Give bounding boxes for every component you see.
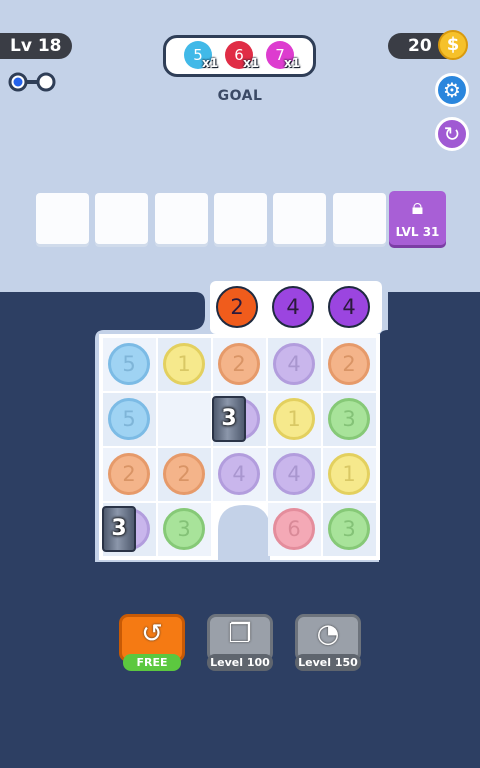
queue-token-number: 4 — [286, 295, 300, 319]
booster-label: Level 150 — [295, 654, 361, 671]
board-token-number: 1 — [177, 352, 191, 376]
goal-token-count: x1 — [202, 56, 219, 70]
board-token-number: 3 — [342, 407, 356, 431]
board-token[interactable]: 4 — [273, 343, 315, 385]
board-token[interactable]: 1 — [163, 343, 205, 385]
queue-token[interactable]: 2 — [216, 286, 258, 328]
board-token-number: 5 — [122, 352, 136, 376]
empty-slot — [36, 193, 89, 244]
goal-label: GOAL — [217, 88, 263, 104]
board-token[interactable]: 3 — [328, 508, 370, 550]
board-token-number: 2 — [232, 352, 246, 376]
board-token-number: 2 — [177, 462, 191, 486]
blocker-tile: 3 — [102, 506, 136, 552]
settings-button[interactable]: ⚙ — [435, 73, 469, 107]
locked-slot-label: LVL 31 — [395, 225, 440, 239]
blocker-count: 3 — [111, 516, 127, 541]
board-token-number: 3 — [177, 517, 191, 541]
goal-token-count: x1 — [243, 56, 260, 70]
board-token-number: 1 — [342, 462, 356, 486]
empty-slot — [213, 193, 267, 244]
board-token[interactable]: 2 — [218, 343, 260, 385]
lock-icon: 🔒︎ — [411, 195, 424, 220]
blocker-tile: 3 — [212, 396, 246, 442]
board-token[interactable]: 6 — [273, 508, 315, 550]
board-token-number: 3 — [342, 517, 356, 541]
queue-token-number: 4 — [342, 295, 356, 319]
restart-icon: ↻ — [443, 122, 461, 146]
grid-cell — [158, 393, 211, 446]
empty-slot — [332, 193, 386, 244]
empty-slot — [154, 193, 208, 244]
board-token[interactable]: 3 — [163, 508, 205, 550]
board-token-number: 4 — [287, 462, 301, 486]
locked-slot[interactable]: 🔒︎ LVL 31 — [389, 191, 446, 245]
gear-icon: ⚙ — [443, 78, 461, 102]
level-progress-icon — [8, 72, 56, 92]
board-token[interactable]: 4 — [218, 453, 260, 495]
board-token[interactable]: 2 — [163, 453, 205, 495]
board-token[interactable]: 3 — [328, 398, 370, 440]
board-token-number: 6 — [287, 517, 301, 541]
queue-token-number: 2 — [230, 295, 244, 319]
board-token-number: 2 — [342, 352, 356, 376]
empty-slot — [95, 193, 149, 244]
level-badge: Lv 18 — [0, 33, 72, 59]
booster-label: FREE — [123, 654, 181, 671]
goal-token-count: x1 — [284, 56, 301, 70]
shuffle-icon: ❐ — [228, 619, 252, 649]
queue-token[interactable]: 4 — [272, 286, 314, 328]
board-token-number: 4 — [232, 462, 246, 486]
board-token-number: 2 — [122, 462, 136, 486]
board-token[interactable]: 1 — [273, 398, 315, 440]
restart-button[interactable]: ↻ — [435, 117, 469, 151]
board-token-number: 1 — [287, 407, 301, 431]
board-token[interactable]: 1 — [328, 453, 370, 495]
blocker-count: 3 — [221, 406, 237, 431]
booster-label: Level 100 — [207, 654, 273, 671]
bomb-icon: ◔ — [316, 619, 340, 649]
board-token[interactable]: 5 — [108, 343, 150, 385]
board-token-number: 4 — [287, 352, 301, 376]
board-token[interactable]: 2 — [108, 453, 150, 495]
empty-slot — [273, 193, 327, 244]
board-token-number: 5 — [122, 407, 136, 431]
queue-token[interactable]: 4 — [328, 286, 370, 328]
board-token[interactable]: 4 — [273, 453, 315, 495]
coin-icon: $ — [438, 30, 468, 60]
board-token[interactable]: 5 — [108, 398, 150, 440]
undo-icon: ↺ — [141, 619, 163, 649]
board-token[interactable]: 2 — [328, 343, 370, 385]
